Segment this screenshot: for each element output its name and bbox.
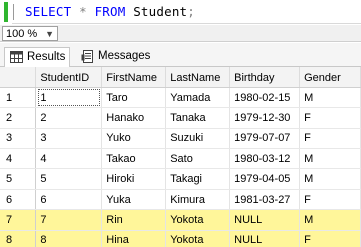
table-cell[interactable]: F [299, 128, 361, 150]
sql-keyword-select: SELECT [25, 4, 72, 19]
table-cell[interactable]: Hiroki [101, 168, 167, 190]
table-cell[interactable]: Taro [101, 87, 167, 109]
tab-messages[interactable]: Messages [76, 47, 154, 67]
table-cell[interactable]: 7 [35, 209, 103, 231]
table-cell[interactable]: Tanaka [165, 107, 231, 129]
results-tab-strip: Results Messages [0, 43, 361, 67]
table-cell[interactable]: 5 [35, 168, 103, 190]
table-cell[interactable]: Yamada [165, 87, 231, 109]
table-cell[interactable]: 1980-02-15 [229, 87, 301, 109]
table-cell[interactable]: 4 [35, 148, 103, 170]
table-row[interactable]: 2 2 Hanako Tanaka 1979-12-30 F [0, 107, 361, 129]
table-cell[interactable]: 3 [35, 128, 103, 150]
change-indicator [4, 2, 8, 22]
sql-star: * [79, 4, 87, 19]
tab-results[interactable]: Results [4, 47, 70, 67]
row-number[interactable]: 5 [0, 168, 37, 190]
table-row[interactable]: 5 5 Hiroki Takagi 1979-04-05 M [0, 168, 361, 190]
table-cell[interactable]: NULL [229, 230, 301, 247]
table-cell[interactable]: M [299, 168, 361, 190]
row-number[interactable]: 8 [0, 230, 37, 247]
column-header[interactable]: Gender [299, 67, 361, 88]
table-cell[interactable]: M [299, 148, 361, 170]
table-cell[interactable]: 1979-12-30 [229, 107, 301, 129]
table-cell[interactable]: 1 [35, 87, 103, 109]
table-cell[interactable]: 1981-03-27 [229, 189, 301, 211]
row-number[interactable]: 1 [0, 87, 37, 109]
zoom-bar: 100 % ▼ [0, 25, 361, 42]
zoom-select[interactable]: 100 % ▼ [2, 26, 58, 41]
table-cell[interactable]: Yuko [101, 128, 167, 150]
table-cell[interactable]: F [299, 107, 361, 129]
results-table: StudentID FirstName LastName Birthday Ge… [0, 67, 361, 247]
table-cell[interactable]: Takagi [165, 168, 231, 190]
row-number[interactable]: 4 [0, 148, 37, 170]
table-cell[interactable]: Yuka [101, 189, 167, 211]
table-cell[interactable]: NULL [229, 209, 301, 231]
editor-gutter [0, 0, 12, 24]
query-editor[interactable]: SELECT * FROM Student; [0, 0, 361, 24]
table-cell[interactable]: 6 [35, 189, 103, 211]
results-grid[interactable]: StudentID FirstName LastName Birthday Ge… [0, 67, 361, 247]
table-cell[interactable]: Hanako [101, 107, 167, 129]
table-cell[interactable]: 2 [35, 107, 103, 129]
table-cell[interactable]: 8 [35, 230, 103, 247]
table-cell[interactable]: Rin [101, 209, 167, 231]
editor-margin-line [13, 4, 14, 20]
table-cell[interactable]: F [299, 230, 361, 247]
sql-keyword-from: FROM [94, 4, 126, 19]
table-cell[interactable]: M [299, 87, 361, 109]
row-number[interactable]: 3 [0, 128, 37, 150]
table-row[interactable]: 6 6 Yuka Kimura 1981-03-27 F [0, 189, 361, 211]
zoom-value: 100 % [6, 28, 38, 40]
table-row[interactable]: 1 1 Taro Yamada 1980-02-15 M [0, 87, 361, 109]
table-cell[interactable]: Sato [165, 148, 231, 170]
table-cell[interactable]: Hina [101, 230, 167, 247]
tab-messages-label: Messages [98, 50, 151, 62]
chevron-down-icon[interactable]: ▼ [45, 27, 54, 41]
column-header[interactable]: StudentID [35, 67, 103, 88]
table-cell[interactable]: Takao [101, 148, 167, 170]
row-number[interactable]: 7 [0, 209, 37, 231]
column-header[interactable]: LastName [165, 67, 231, 88]
table-cell[interactable]: Yokota [165, 230, 231, 247]
table-cell[interactable]: 1979-07-07 [229, 128, 301, 150]
table-cell[interactable]: 1979-04-05 [229, 168, 301, 190]
tab-results-label: Results [27, 51, 66, 63]
corner-cell[interactable] [0, 67, 37, 88]
column-header[interactable]: Birthday [229, 67, 301, 88]
table-row[interactable]: 8 8 Hina Yokota NULL F [0, 230, 361, 247]
table-cell[interactable]: Yokota [165, 209, 231, 231]
row-number[interactable]: 6 [0, 189, 37, 211]
sql-semicolon: ; [187, 4, 196, 19]
header-row: StudentID FirstName LastName Birthday Ge… [0, 67, 361, 88]
sql-code-line[interactable]: SELECT * FROM Student; [25, 4, 195, 19]
sql-table-name: Student [133, 4, 188, 19]
row-number[interactable]: 2 [0, 107, 37, 129]
table-cell[interactable]: 1980-03-12 [229, 148, 301, 170]
table-cell[interactable]: Suzuki [165, 128, 231, 150]
table-row[interactable]: 4 4 Takao Sato 1980-03-12 M [0, 148, 361, 170]
table-cell[interactable]: F [299, 189, 361, 211]
table-cell[interactable]: M [299, 209, 361, 231]
table-row[interactable]: 7 7 Rin Yokota NULL M [0, 209, 361, 231]
table-row[interactable]: 3 3 Yuko Suzuki 1979-07-07 F [0, 128, 361, 150]
column-header[interactable]: FirstName [101, 67, 167, 88]
table-cell[interactable]: Kimura [165, 189, 231, 211]
